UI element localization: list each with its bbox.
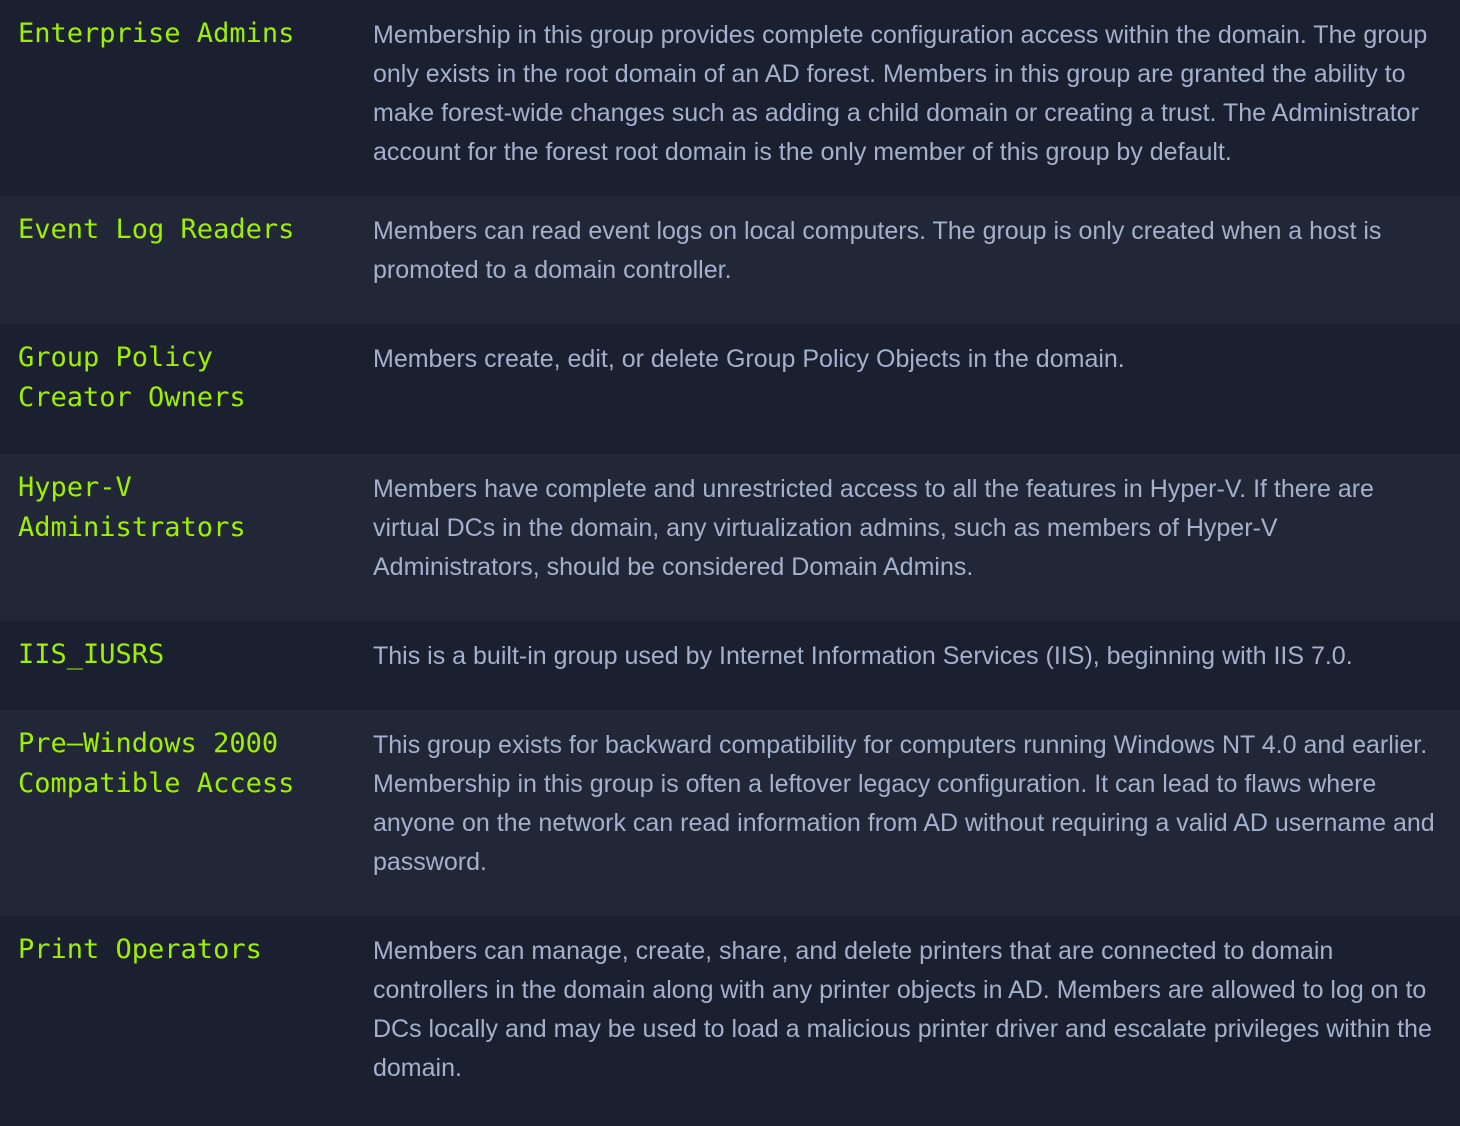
group-description: Membership in this group provides comple…: [373, 21, 1428, 166]
table-row: Pre–Windows 2000 Compatible Access This …: [0, 710, 1460, 916]
table-row: Print Operators Members can manage, crea…: [0, 916, 1460, 1126]
group-name: Print Operators: [18, 934, 262, 965]
group-description: This group exists for backward compatibi…: [373, 731, 1435, 876]
group-name: Hyper-V Administrators: [18, 472, 246, 543]
group-description: This is a built-in group used by Interne…: [373, 642, 1353, 670]
group-name: Pre–Windows 2000 Compatible Access: [18, 728, 295, 799]
group-description: Members can manage, create, share, and d…: [373, 937, 1432, 1082]
group-description: Members can read event logs on local com…: [373, 217, 1382, 284]
table-row: Enterprise Admins Membership in this gro…: [0, 0, 1460, 196]
group-name: Enterprise Admins: [18, 18, 295, 49]
group-name: IIS_IUSRS: [18, 639, 165, 670]
table-row: IIS_IUSRS This is a built-in group used …: [0, 621, 1460, 710]
group-description: Members create, edit, or delete Group Po…: [373, 345, 1125, 373]
table-row: Group Policy Creator Owners Members crea…: [0, 324, 1460, 454]
group-name: Group Policy Creator Owners: [18, 342, 246, 413]
table-row: Hyper-V Administrators Members have comp…: [0, 454, 1460, 621]
groups-table: Enterprise Admins Membership in this gro…: [0, 0, 1460, 1126]
group-name: Event Log Readers: [18, 214, 295, 245]
table-row: Event Log Readers Members can read event…: [0, 196, 1460, 324]
group-description: Members have complete and unrestricted a…: [373, 475, 1374, 581]
